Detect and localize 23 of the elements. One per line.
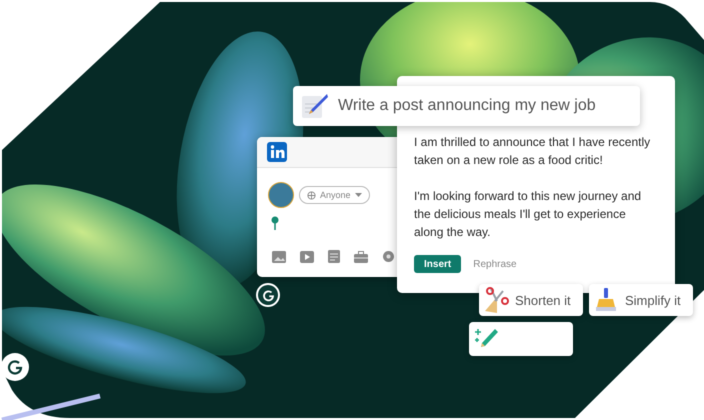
image-icon[interactable] (272, 250, 286, 262)
video-icon[interactable] (300, 250, 314, 262)
scissors-icon (483, 287, 509, 313)
document-icon[interactable] (328, 250, 340, 263)
linkedin-logo-icon (267, 142, 287, 162)
broom-icon (593, 287, 619, 313)
quill-pen-icon (301, 92, 329, 120)
quick-action-button[interactable]: Shorten it (479, 284, 583, 316)
insert-button[interactable]: Insert (414, 255, 462, 273)
briefcase-icon[interactable] (354, 250, 368, 262)
globe-icon (307, 190, 316, 200)
suggestion-paragraph: I am thrilled to announce that I have recently taken on a new role as a food critic! (414, 134, 652, 169)
location-pin-icon[interactable] (271, 216, 279, 230)
prompt-text: Write a post announcing my new job (338, 97, 596, 115)
visibility-dropdown[interactable]: Anyone (299, 186, 370, 204)
quick-action-button[interactable] (469, 322, 573, 356)
caret-icon (354, 192, 362, 198)
badge-icon[interactable] (382, 250, 395, 263)
suggestion-paragraph: I'm looking forward to this new journey and the delicious meals I'll get to experience along the way. (414, 188, 642, 241)
visibility-label: Anyone (320, 190, 351, 200)
quick-action-button[interactable]: Simplify it (589, 284, 693, 316)
avatar (268, 182, 294, 208)
rephrase-button[interactable]: Rephrase (473, 258, 517, 270)
